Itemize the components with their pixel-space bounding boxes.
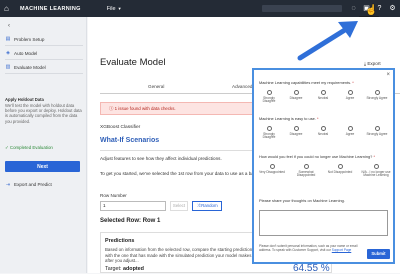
select-button[interactable]: Select [170, 201, 188, 211]
radio-disagree[interactable]: Disagree [284, 90, 308, 100]
whatif-baseline-text: To get you started, we've selected the 1… [100, 171, 268, 176]
option-label: Disagree [289, 131, 303, 136]
option-label: Strongly Disagree [262, 95, 276, 104]
active-step: Apply Holdout Data We'll test the model … [5, 97, 83, 124]
feedback-panel: × Machine Learning capabilities meet my … [252, 68, 395, 264]
required-mark: * [352, 80, 354, 85]
sidebar-item-problem-setup[interactable]: ▤ Problem Setup [5, 33, 83, 46]
option-label: Disagree [289, 95, 303, 100]
row-number-label: Row Number [100, 193, 127, 198]
option-label: Strongly Agree [366, 131, 388, 136]
radio-disagree[interactable]: Disagree [284, 126, 308, 136]
selected-row-label: Selected Row: [100, 218, 142, 224]
thoughts-textarea[interactable] [259, 210, 388, 236]
sidebar-item-label: Export and Predict [14, 182, 52, 187]
chart-icon: ▥ [5, 64, 11, 70]
prediction-percent: 64.55 % [293, 263, 330, 274]
question-text: Machine Learning capabilities meet my re… [259, 80, 352, 85]
model-icon: ◈ [6, 50, 10, 56]
radio-agree[interactable]: Agree [338, 126, 362, 136]
next-button[interactable]: Next [5, 161, 80, 172]
sidebar-item-evaluate-model[interactable]: ▥ Evaluate Model [5, 61, 83, 74]
radio-strongly-disagree[interactable]: Strongly Disagree [257, 126, 281, 140]
chevron-down-icon: ▼ [117, 5, 122, 11]
required-mark: * [316, 116, 319, 121]
chevron-left-icon[interactable]: ‹ [8, 23, 10, 29]
radio-somewhat-disappointed[interactable]: Somewhat Disappointed [291, 164, 321, 178]
random-button[interactable]: ⤨ Random [192, 201, 222, 211]
export-label: Export [367, 61, 381, 66]
whatif-description: Adjust features to see how they affect i… [100, 156, 222, 161]
top-bar: ⌂ MACHINE LEARNING File ▼ ◌ ▣ ? ⚙ [0, 0, 400, 17]
completed-label: Completed Evaluation [9, 145, 53, 150]
option-label: Agree [345, 131, 355, 136]
feedback-question-4: Please share your thoughts on Machine Le… [259, 198, 389, 203]
row-number-input[interactable]: 1 [100, 201, 166, 211]
feedback-question-3: How would you feel if you could no longe… [259, 154, 389, 159]
question-text: Please share your thoughts on Machine Le… [259, 198, 345, 203]
feedback-question-2: Machine Learning is easy to use. * [259, 116, 389, 121]
option-label: Neutral [317, 95, 329, 100]
option-label: Neutral [317, 131, 329, 136]
option-label: Very Disappointed [259, 169, 285, 174]
active-step-title: Apply Holdout Data [5, 97, 44, 102]
option-label: Strongly Disagree [262, 131, 276, 140]
predictions-description: Based on information from the selected r… [105, 247, 253, 264]
mouse-cursor-icon: ☝ [365, 5, 378, 16]
option-label: N/A - I no longer use Machine Learning [361, 169, 391, 178]
brand-title: MACHINE LEARNING [20, 5, 81, 12]
file-menu[interactable]: File ▼ [107, 6, 122, 12]
question-text: Machine Learning is easy to use. [259, 116, 316, 121]
redacted-area [262, 5, 342, 12]
option-label: Somewhat Disappointed [296, 169, 316, 178]
export-button[interactable]: ⤓ Export [364, 61, 381, 66]
option-label: Strongly Agree [366, 95, 388, 100]
page-title: Evaluate Model [100, 57, 166, 68]
alert-text: 1 issue found with data checks. [114, 106, 176, 111]
target-label: Target [105, 266, 120, 272]
target-value: adopted [122, 266, 144, 272]
random-label: Random [201, 203, 218, 208]
target-row: Target: adopted [105, 266, 144, 272]
file-menu-label: File [106, 5, 116, 12]
sidebar-item-label: Evaluate Model [14, 64, 46, 70]
radio-no-longer-use[interactable]: N/A - I no longer use Machine Learning [359, 164, 393, 178]
sidebar-item-label: Auto Model [14, 50, 38, 56]
radio-strongly-disagree[interactable]: Strongly Disagree [257, 90, 281, 104]
model-name: XGBoost Classifier [100, 125, 141, 130]
chat-icon[interactable]: ◌ [349, 4, 358, 13]
privacy-note: Please don't submit personal information… [259, 244, 359, 252]
radio-neutral[interactable]: Neutral [311, 126, 335, 136]
submit-button[interactable]: Submit [367, 249, 390, 259]
radio-strongly-agree[interactable]: Strongly Agree [365, 90, 389, 100]
export-icon: ⇥ [5, 181, 11, 188]
radio-very-disappointed[interactable]: Very Disappointed [257, 164, 287, 174]
question-text: How would you feel if you could no longe… [259, 154, 373, 159]
home-icon[interactable]: ⌂ [4, 4, 14, 14]
selected-row-value: Row 1 [142, 218, 161, 224]
doc-icon: ▤ [5, 36, 11, 42]
feedback-question-1: Machine Learning capabilities meet my re… [259, 80, 389, 85]
whatif-title: What-If Scenarios [100, 137, 160, 144]
sidebar-item-auto-model[interactable]: ◈ Auto Model [5, 47, 83, 60]
support-page-link[interactable]: Support Page [332, 248, 352, 252]
sidebar-item-export-predict[interactable]: ⇥ Export and Predict [5, 178, 83, 191]
radio-strongly-agree[interactable]: Strongly Agree [365, 126, 389, 136]
active-step-description: We'll test the model with holdout data b… [5, 103, 82, 124]
close-icon[interactable]: × [386, 72, 390, 78]
radio-agree[interactable]: Agree [338, 90, 362, 100]
required-mark: * [373, 154, 375, 159]
gear-icon[interactable]: ⚙ [388, 4, 397, 13]
option-label: Agree [345, 95, 355, 100]
radio-neutral[interactable]: Neutral [311, 90, 335, 100]
predictions-title: Predictions [105, 238, 135, 244]
selected-row: Selected Row: Row 1 [100, 218, 160, 224]
option-label: Not Disappointed [327, 169, 353, 174]
sidebar-item-label: Problem Setup [14, 36, 45, 42]
sidebar: ‹ ▤ Problem Setup ◈ Auto Model ▥ Evaluat… [0, 17, 87, 273]
completed-evaluation: ✓ Completed Evaluation [5, 145, 53, 151]
tab-general[interactable]: General [148, 84, 164, 89]
radio-not-disappointed[interactable]: Not Disappointed [325, 164, 355, 174]
